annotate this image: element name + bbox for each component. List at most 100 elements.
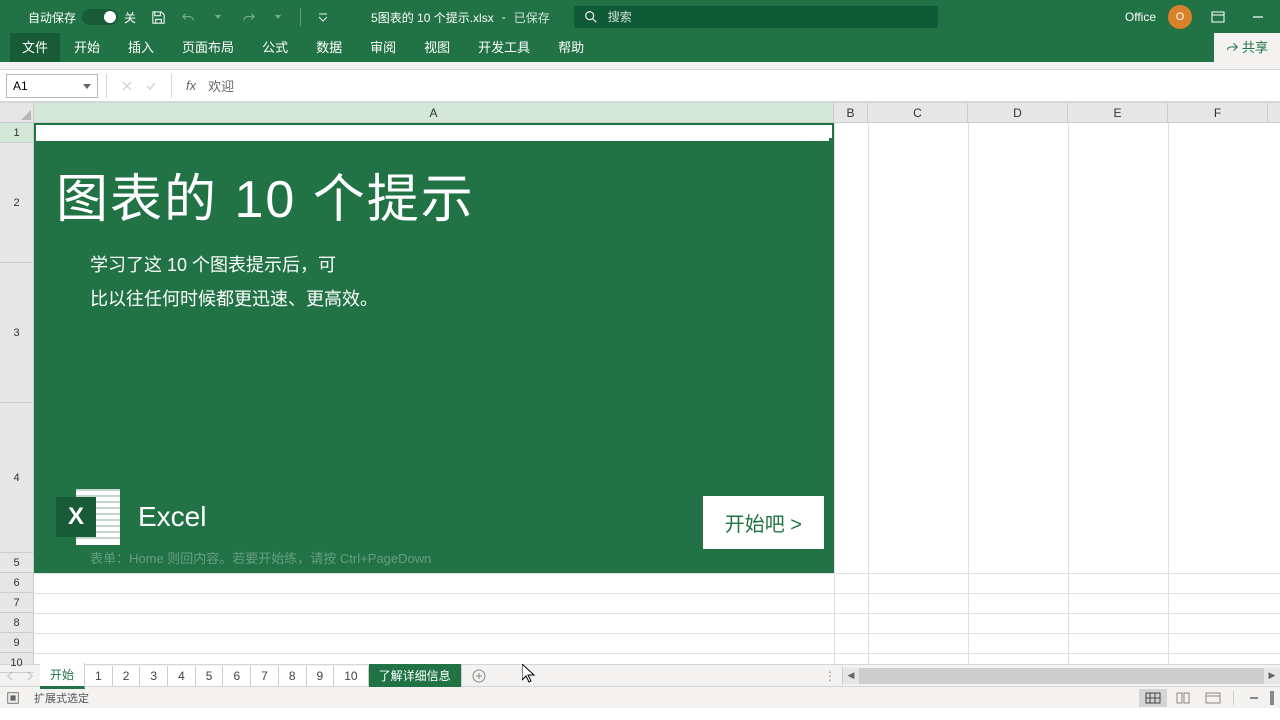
search-input[interactable] (608, 10, 928, 24)
row-header-4[interactable]: 4 (0, 403, 33, 553)
row-header-1[interactable]: 1 (0, 123, 33, 143)
save-icon[interactable] (150, 9, 166, 25)
autosave-toggle[interactable] (82, 9, 118, 25)
row-header-6[interactable]: 6 (0, 573, 33, 593)
undo-dropdown-icon[interactable] (210, 9, 226, 25)
share-button[interactable]: 共享 (1214, 33, 1280, 62)
filename: 5图表的 10 个提示.xlsx (371, 9, 494, 26)
gridline (34, 633, 1280, 634)
hscroll-left-icon[interactable]: ◀ (843, 668, 859, 684)
autosave-group: 自动保存 关 (28, 9, 136, 26)
titlebar: 自动保存 关 5图表的 10 个提示.xlsx - 已保存 Offi (0, 0, 1280, 34)
sheet-tab-2[interactable]: 2 (113, 666, 141, 686)
gridline (34, 573, 1280, 574)
ribbon-tab-view[interactable]: 视图 (410, 33, 464, 62)
sheet-tab-5[interactable]: 5 (196, 666, 224, 686)
redo-icon[interactable] (240, 9, 256, 25)
ribbon-tab-insert[interactable]: 插入 (114, 33, 168, 62)
cancel-formula-icon[interactable] (115, 74, 139, 98)
ribbon-display-options-icon[interactable] (1204, 7, 1232, 27)
record-macro-icon[interactable] (6, 691, 20, 705)
ribbon-tab-formulas[interactable]: 公式 (248, 33, 302, 62)
titlebar-right: Office O (1125, 5, 1272, 29)
row-header-8[interactable]: 8 (0, 613, 33, 633)
selected-cell-a1[interactable] (34, 123, 834, 143)
sheet-nav-next-icon[interactable] (20, 666, 40, 686)
zoom-sep (1233, 691, 1234, 705)
autosave-label: 自动保存 (28, 9, 76, 26)
sheet-tab-10[interactable]: 10 (334, 666, 368, 686)
hscroll-right-icon[interactable]: ▶ (1264, 668, 1280, 684)
ribbon-tab-home[interactable]: 开始 (60, 33, 114, 62)
status-mode: 扩展式选定 (34, 690, 89, 706)
sheet-tab-overflow-icon[interactable]: ⋮ (818, 669, 842, 683)
view-page-break-icon[interactable] (1199, 689, 1227, 707)
saved-label: 已保存 (514, 9, 550, 26)
row-header-3[interactable]: 3 (0, 263, 33, 403)
cells-area[interactable]: 图表的 10 个提示 学习了这 10 个图表提示后，可 比以往任何时候都更迅速、… (34, 123, 1280, 664)
sheet-nav-prev-icon[interactable] (0, 666, 20, 686)
ribbon-tab-data[interactable]: 数据 (302, 33, 356, 62)
column-header-d[interactable]: D (968, 103, 1068, 122)
banner-subtitle: 学习了这 10 个图表提示后，可 比以往任何时候都更迅速、更高效。 (90, 248, 834, 316)
hscroll-track[interactable] (859, 668, 1264, 684)
view-page-layout-icon[interactable] (1169, 689, 1197, 707)
qat-separator (300, 8, 301, 26)
qat-customize-icon[interactable] (315, 9, 331, 25)
excel-logo: X Excel (56, 485, 206, 549)
undo-icon[interactable] (180, 9, 196, 25)
ribbon-collapsed-area (0, 62, 1280, 70)
formula-bar: A1 fx (0, 70, 1280, 102)
sheet-tab-start[interactable]: 开始 (40, 663, 85, 689)
banner-hint: 表单：Home 则回内容。若要开始练，请按 Ctrl+PageDown (90, 548, 431, 567)
sheet-tab-4[interactable]: 4 (168, 666, 196, 686)
filename-sep: - (502, 10, 506, 24)
office-label[interactable]: Office (1125, 10, 1156, 24)
hscroll-thumb[interactable] (859, 668, 1264, 684)
column-header-a[interactable]: A (34, 103, 834, 122)
column-header-e[interactable]: E (1068, 103, 1168, 122)
gridline (1068, 123, 1069, 664)
search-box[interactable] (574, 6, 938, 28)
row-header-7[interactable]: 7 (0, 593, 33, 613)
sheet-tab-8[interactable]: 8 (279, 666, 307, 686)
sheet-tab-learn-more[interactable]: 了解详细信息 (369, 664, 462, 687)
gridline (34, 613, 1280, 614)
row-header-5[interactable]: 5 (0, 553, 33, 573)
share-icon (1226, 41, 1238, 53)
zoom-out-icon[interactable] (1240, 689, 1268, 707)
sheet-tab-6[interactable]: 6 (223, 666, 251, 686)
ribbon-tab-review[interactable]: 审阅 (356, 33, 410, 62)
fx-icon[interactable]: fx (186, 78, 196, 93)
start-button[interactable]: 开始吧 > (703, 496, 824, 549)
welcome-banner: 图表的 10 个提示 学习了这 10 个图表提示后，可 比以往任何时候都更迅速、… (34, 143, 834, 573)
sheet-tab-7[interactable]: 7 (251, 666, 279, 686)
row-header-9[interactable]: 9 (0, 633, 33, 653)
sheet-tab-1[interactable]: 1 (85, 666, 113, 686)
horizontal-scrollbar[interactable]: ◀ ▶ (842, 667, 1280, 685)
redo-dropdown-icon[interactable] (270, 9, 286, 25)
file-tab[interactable]: 文件 (10, 33, 60, 62)
add-sheet-icon[interactable] (468, 666, 490, 686)
column-header-b[interactable]: B (834, 103, 868, 122)
row-header-2[interactable]: 2 (0, 143, 33, 263)
view-normal-icon[interactable] (1139, 689, 1167, 707)
minimize-icon[interactable] (1244, 7, 1272, 27)
enter-formula-icon[interactable] (139, 74, 163, 98)
column-headers: A B C D E F (34, 103, 1280, 123)
ribbon-tab-developer[interactable]: 开发工具 (464, 33, 544, 62)
sheet-tab-9[interactable]: 9 (307, 666, 335, 686)
column-header-f[interactable]: F (1168, 103, 1268, 122)
ribbon-tab-help[interactable]: 帮助 (544, 33, 598, 62)
column-header-c[interactable]: C (868, 103, 968, 122)
user-avatar[interactable]: O (1168, 5, 1192, 29)
formula-input[interactable] (202, 74, 1280, 98)
sheet-tab-3[interactable]: 3 (140, 666, 168, 686)
select-all-corner[interactable] (0, 103, 34, 123)
row-headers: 1 2 3 4 5 6 7 8 9 10 (0, 123, 34, 664)
ribbon-tab-page-layout[interactable]: 页面布局 (168, 33, 248, 62)
zoom-slider[interactable] (1270, 691, 1274, 705)
ribbon-tabs: 文件 开始 插入 页面布局 公式 数据 审阅 视图 开发工具 帮助 共享 (0, 34, 1280, 62)
name-box[interactable]: A1 (6, 74, 98, 98)
search-icon (584, 10, 598, 24)
